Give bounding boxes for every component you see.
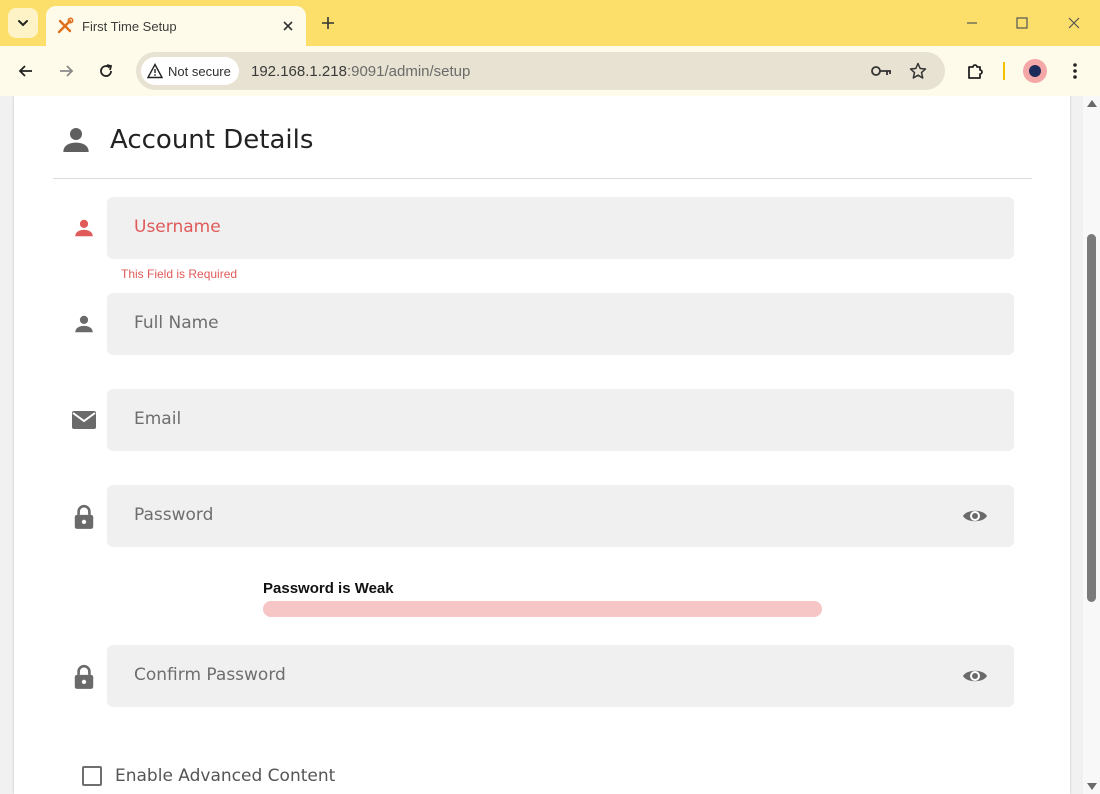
reload-button[interactable] xyxy=(91,56,121,86)
person-icon xyxy=(63,128,89,152)
username-field[interactable]: Username xyxy=(107,197,1014,259)
person-icon xyxy=(70,214,98,242)
tools-icon xyxy=(56,17,74,35)
scroll-down-arrow-icon[interactable] xyxy=(1087,783,1097,790)
close-icon xyxy=(1068,17,1080,29)
security-label: Not secure xyxy=(168,63,231,79)
username-error: This Field is Required xyxy=(121,267,238,281)
advanced-content-checkbox[interactable] xyxy=(82,766,102,786)
maximize-button[interactable] xyxy=(1007,8,1037,38)
lock-icon xyxy=(70,663,98,691)
page-viewport: Account Details Username This Field is R… xyxy=(0,96,1100,794)
warning-icon xyxy=(147,63,163,79)
minimize-button[interactable] xyxy=(957,8,987,38)
site-info-button[interactable]: Not secure xyxy=(141,57,239,85)
fullname-label: Full Name xyxy=(134,313,219,333)
extensions-button[interactable] xyxy=(961,56,991,86)
tab-strip: First Time Setup xyxy=(0,0,1100,46)
avatar-image xyxy=(1029,65,1041,77)
password-strength-label: Password is Weak xyxy=(263,580,394,597)
close-window-button[interactable] xyxy=(1059,8,1089,38)
scroll-thumb[interactable] xyxy=(1087,234,1096,602)
minimize-icon xyxy=(967,22,977,24)
page-scrollbar[interactable] xyxy=(1083,96,1100,794)
eye-icon[interactable] xyxy=(962,504,988,528)
chevron-down-icon xyxy=(18,20,28,27)
forward-button[interactable] xyxy=(51,56,81,86)
arrow-right-icon xyxy=(60,65,74,77)
email-field[interactable]: Email xyxy=(107,389,1014,451)
password-strength-bar xyxy=(263,601,822,617)
eye-icon[interactable] xyxy=(962,664,988,688)
back-button[interactable] xyxy=(11,56,41,86)
section-title: Account Details xyxy=(110,125,314,155)
browser-toolbar: Not secure 192.168.1.218:9091/admin/setu… xyxy=(0,46,1100,96)
reload-icon xyxy=(100,64,113,77)
maximize-icon xyxy=(1016,17,1028,29)
key-icon xyxy=(871,66,891,76)
more-vert-icon xyxy=(1073,63,1077,79)
active-tab[interactable]: First Time Setup xyxy=(46,6,306,46)
star-icon xyxy=(909,62,927,79)
toolbar-divider xyxy=(1003,62,1005,80)
password-strength-fill xyxy=(263,601,822,617)
fullname-field[interactable]: Full Name xyxy=(107,293,1014,355)
password-key-button[interactable] xyxy=(870,59,894,83)
lock-icon xyxy=(70,503,98,531)
password-field[interactable]: Password xyxy=(107,485,1014,547)
username-label: Username xyxy=(134,217,221,237)
puzzle-icon xyxy=(968,64,983,79)
email-icon xyxy=(70,406,98,434)
password-label: Password xyxy=(134,505,214,525)
confirm-password-label: Confirm Password xyxy=(134,665,286,685)
address-bar[interactable]: Not secure 192.168.1.218:9091/admin/setu… xyxy=(136,52,945,90)
advanced-content-label[interactable]: Enable Advanced Content xyxy=(115,766,335,786)
confirm-password-field[interactable]: Confirm Password xyxy=(107,645,1014,707)
plus-icon xyxy=(322,17,334,29)
scroll-up-arrow-icon[interactable] xyxy=(1087,100,1097,107)
browser-menu-button[interactable] xyxy=(1060,56,1090,86)
tab-close-icon[interactable] xyxy=(274,12,302,40)
bookmark-button[interactable] xyxy=(906,59,930,83)
section-divider xyxy=(53,178,1032,179)
email-label: Email xyxy=(134,409,182,429)
url-path: :9091/admin/setup xyxy=(346,63,471,80)
profile-avatar[interactable] xyxy=(1023,59,1047,83)
new-tab-button[interactable] xyxy=(314,9,342,37)
arrow-left-icon xyxy=(18,65,32,77)
tab-search-button[interactable] xyxy=(8,8,38,38)
person-icon xyxy=(70,310,98,338)
url-host: 192.168.1.218 xyxy=(251,63,347,80)
section-header: Account Details xyxy=(60,124,313,156)
tab-title: First Time Setup xyxy=(82,18,177,34)
url-text: 192.168.1.218:9091/admin/setup xyxy=(251,63,470,80)
